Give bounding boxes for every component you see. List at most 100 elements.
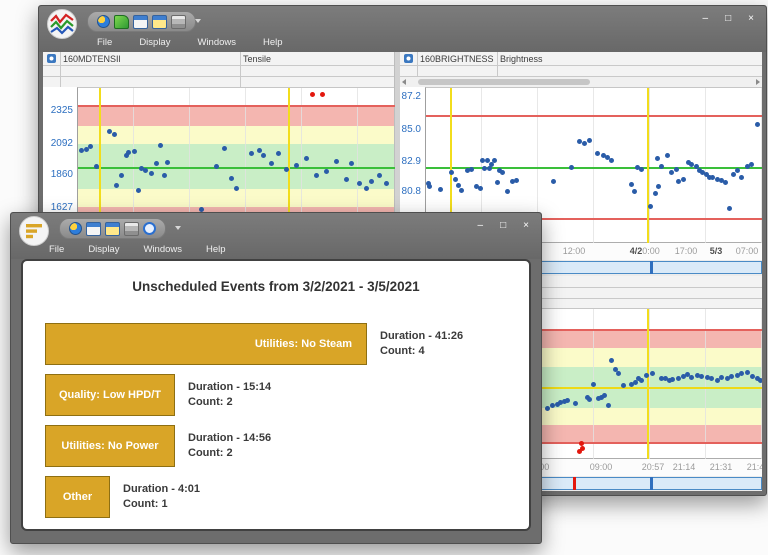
refresh-icon[interactable] — [143, 222, 156, 235]
axis-tick: 21:48 — [747, 462, 762, 472]
data-point — [114, 183, 119, 188]
data-point — [158, 143, 163, 148]
toolbar-overflow-chevron[interactable] — [195, 19, 201, 23]
data-point — [723, 180, 728, 185]
globe-icon[interactable] — [69, 222, 82, 235]
event-bar-quality-low-hpdt[interactable]: Quality: Low HPD/T — [45, 374, 175, 416]
data-point — [369, 179, 374, 184]
scroll-left-arrow[interactable] — [402, 79, 406, 85]
close-button[interactable]: × — [523, 221, 529, 231]
axis-tick: 17:00 — [675, 246, 698, 256]
data-point — [595, 151, 600, 156]
data-point — [681, 177, 686, 182]
chart-name-cell[interactable]: Tensile — [241, 52, 394, 65]
tensile-header: 160MDTENSIl Tensile — [43, 52, 394, 88]
data-point — [294, 163, 299, 168]
scrollbar-thumb[interactable] — [418, 79, 590, 85]
axis-tick: 21:31 — [710, 462, 733, 472]
menu-item-file[interactable]: File — [97, 37, 112, 48]
maximize-button[interactable]: □ — [500, 221, 506, 231]
axis-tick: 2325 — [51, 105, 73, 116]
printer-icon[interactable] — [124, 222, 139, 236]
calendar-icon[interactable] — [86, 222, 101, 236]
notes-icon[interactable] — [105, 222, 120, 236]
minimize-button[interactable]: – — [703, 14, 709, 24]
event-bar-other[interactable]: Other — [45, 476, 110, 518]
data-point — [616, 371, 621, 376]
data-point — [269, 161, 274, 166]
data-point — [88, 144, 93, 149]
data-point — [639, 167, 644, 172]
data-point — [234, 186, 239, 191]
data-point — [644, 373, 649, 378]
titlebar[interactable]: – □ × File Display Windows Help — [39, 6, 766, 52]
data-point — [609, 358, 614, 363]
data-point — [257, 148, 262, 153]
axis-tick: 09:00 — [590, 462, 613, 472]
range-marker — [573, 477, 576, 490]
menu-item-file[interactable]: File — [49, 244, 64, 255]
data-point — [349, 161, 354, 166]
event-row: Quality: Low HPD/T Duration - 15:14 Coun… — [45, 374, 519, 416]
data-point — [669, 170, 674, 175]
event-bar-utilities-no-steam[interactable]: Utilities: No Steam — [45, 323, 367, 365]
notes-icon[interactable] — [152, 15, 167, 29]
chart-name-cell[interactable]: Brightness — [498, 52, 762, 65]
axis-tick: 21:14 — [673, 462, 696, 472]
chart-type-icon — [43, 52, 61, 65]
data-point — [249, 151, 254, 156]
data-point — [739, 175, 744, 180]
scroll-right-arrow[interactable] — [756, 79, 760, 85]
data-point — [492, 158, 497, 163]
menu-item-display[interactable]: Display — [88, 244, 119, 255]
data-point — [222, 146, 227, 151]
axis-tick: 4/2 — [630, 246, 643, 256]
data-point — [758, 378, 762, 383]
tag-icon[interactable] — [114, 15, 129, 29]
range-marker — [650, 477, 653, 490]
menu-item-help[interactable]: Help — [263, 37, 283, 48]
data-point — [609, 158, 614, 163]
axis-tick: 0:00 — [642, 246, 660, 256]
menu-item-help[interactable]: Help — [206, 244, 226, 255]
data-point — [165, 160, 170, 165]
maximize-button[interactable]: □ — [725, 14, 731, 24]
desktop: – □ × File Display Windows Help 160MDTEN… — [0, 0, 768, 555]
data-point — [731, 172, 736, 177]
data-point — [674, 167, 679, 172]
globe-icon[interactable] — [97, 15, 110, 28]
data-point — [449, 170, 454, 175]
chart-id-cell[interactable]: 160MDTENSIl — [61, 52, 241, 65]
close-button[interactable]: × — [748, 14, 754, 24]
event-duration: Duration - 14:56 — [188, 431, 271, 446]
data-point — [565, 398, 570, 403]
data-point — [632, 189, 637, 194]
calendar-icon[interactable] — [133, 15, 148, 29]
control-band — [78, 126, 395, 144]
menu-item-windows[interactable]: Windows — [143, 244, 182, 255]
app-logo-icon — [47, 9, 77, 39]
menu-item-windows[interactable]: Windows — [197, 37, 236, 48]
data-point — [621, 383, 626, 388]
axis-tick: 20:57 — [642, 462, 665, 472]
data-point — [304, 156, 309, 161]
event-bar-utilities-no-power[interactable]: Utilities: No Power — [45, 425, 175, 467]
data-point — [469, 167, 474, 172]
printer-icon[interactable] — [171, 15, 186, 29]
data-point — [629, 182, 634, 187]
data-point — [438, 187, 443, 192]
minimize-button[interactable]: – — [478, 221, 484, 231]
event-row: Utilities: No Steam Duration - 41:26 Cou… — [45, 323, 519, 365]
data-point — [729, 374, 734, 379]
axis-tick: 5/3 — [710, 246, 723, 256]
axis-tick: 2092 — [51, 138, 73, 149]
menu-item-display[interactable]: Display — [139, 37, 170, 48]
axis-tick: 80.8 — [402, 186, 421, 197]
titlebar[interactable]: – □ × File Display Windows Help — [11, 213, 541, 259]
data-point — [126, 150, 131, 155]
toolbar-overflow-chevron[interactable] — [175, 226, 181, 230]
chart-id-cell[interactable]: 160BRIGHTNESS — [418, 52, 498, 65]
data-point — [727, 206, 732, 211]
data-point — [665, 153, 670, 158]
data-point — [357, 181, 362, 186]
